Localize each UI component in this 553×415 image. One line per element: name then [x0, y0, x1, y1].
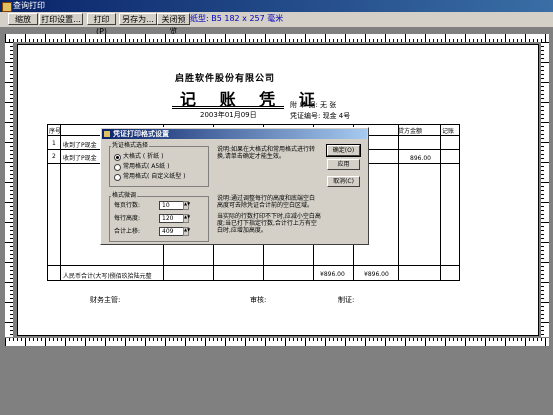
bottom-ruler — [5, 338, 549, 346]
row-height-label: 每行高度: — [114, 215, 141, 222]
fine-tune-note-2: 当实际的行数打印不下时,应减小空白高度;当已打下指定行数,合计行上方有空白时,应… — [217, 213, 321, 234]
fine-tune-group-label: 格式微调 — [111, 192, 138, 199]
table-col-line — [398, 125, 399, 280]
sign-finance: 财务主管: — [90, 296, 121, 304]
row-seq: 2 — [52, 153, 56, 160]
sign-audit: 审核: — [250, 296, 267, 304]
table-col-line — [60, 125, 61, 280]
header-seq: 序号 — [49, 128, 62, 135]
total-in-words: 人民币合计(大写)捌佰玖拾陆元整 — [63, 273, 152, 280]
total-top-spin[interactable]: ▲▼ — [183, 227, 190, 236]
radio-a5-format-label[interactable]: 常用格式( A5纸 ) — [123, 163, 169, 170]
total-top-label: 合计上移: — [114, 228, 141, 235]
table-col-line — [440, 125, 441, 280]
company-name: 启胜软件股份有限公司 — [175, 74, 276, 84]
window-titlebar: 查询打印 — [0, 0, 553, 12]
radio-a5-format[interactable] — [114, 164, 121, 171]
total-credit: ¥896.00 — [364, 271, 389, 278]
voucher-date: 2003年01月09日 — [200, 111, 257, 119]
top-ruler — [5, 34, 549, 42]
cancel-button[interactable]: 取消(C) — [327, 176, 360, 187]
print-format-dialog: 凭证打印格式设置 凭证格式选择 大格式 ( 折纸 ) 常用格式( A5纸 ) 常… — [100, 127, 369, 245]
title-underline — [172, 106, 284, 107]
zoom-button[interactable]: 缩放 — [8, 13, 38, 25]
radio-large-format[interactable] — [114, 154, 121, 161]
row-seq: 1 — [52, 140, 56, 147]
rows-per-page-spin[interactable]: ▲▼ — [183, 201, 190, 210]
app-icon — [2, 2, 12, 12]
row-summary: 收到了P现金 — [63, 155, 97, 162]
radio-custom-format[interactable] — [114, 174, 121, 181]
row-height-spin[interactable]: ▲▼ — [183, 214, 190, 223]
apply-button[interactable]: 应用 — [327, 159, 360, 170]
save-as-button[interactable]: 另存为... — [119, 13, 157, 25]
header-mark: 记账 — [442, 128, 455, 135]
row-amount: 896.00 — [410, 155, 431, 162]
toolbar: 缩放 打印设置... 打印(P) 另存为... 关闭预览 纸型: B5 182 … — [0, 12, 553, 36]
sign-maker: 制证: — [338, 296, 355, 304]
attachments-label: 附 单 据: 无 张 — [290, 101, 337, 109]
window-title: 查询打印 — [13, 1, 45, 10]
header-amount: 贷方金额 — [398, 128, 423, 135]
title-underline-2 — [172, 108, 284, 109]
ok-button[interactable]: 确定(O) — [326, 144, 361, 157]
radio-custom-format-label[interactable]: 常用格式( 自定义纸型 ) — [123, 173, 186, 180]
radio-large-format-label[interactable]: 大格式 ( 折纸 ) — [123, 153, 163, 160]
paper-size-label: 纸型: B5 182 x 257 毫米 — [190, 14, 284, 23]
print-button[interactable]: 打印(P) — [87, 13, 116, 36]
dialog-icon — [104, 131, 110, 137]
close-preview-button[interactable]: 关闭预览 — [157, 13, 190, 36]
right-ruler — [541, 42, 549, 337]
print-setup-button[interactable]: 打印设置... — [39, 13, 83, 25]
fine-tune-note: 说明:通过调整每行的高度和底端空白高度可去除凭证合计前的空白区域。 — [217, 195, 316, 209]
format-group-label: 凭证格式选择 — [111, 142, 150, 149]
format-note: 说明:如果在大格式和常用格式进行转换,请单击确定才能生效。 — [217, 146, 316, 160]
dialog-titlebar: 凭证打印格式设置 — [102, 129, 367, 139]
dialog-title: 凭证打印格式设置 — [113, 130, 169, 138]
row-summary: 收到了P现金 — [63, 142, 97, 149]
voucher-number: 凭证编号: 现金 4号 — [290, 112, 351, 120]
total-debit: ¥896.00 — [320, 271, 345, 278]
rows-per-page-label: 每页行数: — [114, 202, 141, 209]
left-ruler — [5, 42, 13, 337]
